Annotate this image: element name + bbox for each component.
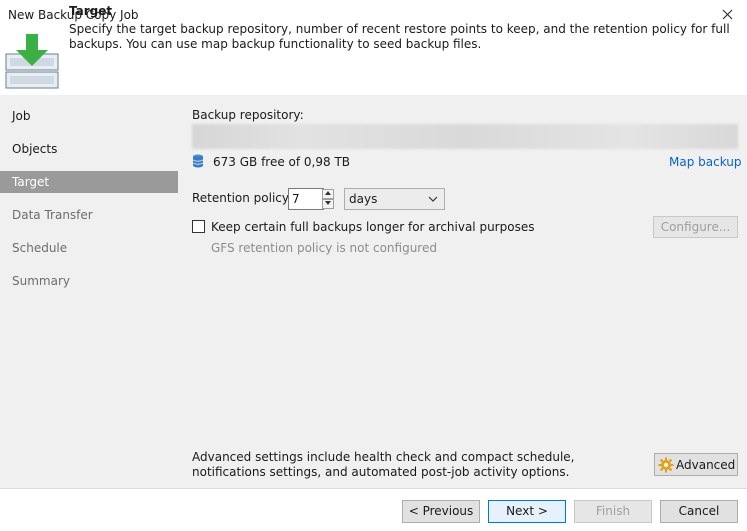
spin-down-button[interactable] [322,199,334,209]
wizard-steps-sidebar: Job Objects Target Data Transfer Schedul… [0,95,179,488]
close-icon [722,9,732,20]
advanced-button[interactable]: Advanced [654,453,738,476]
backup-repository-select[interactable] [192,124,738,149]
spin-up-icon [325,191,331,195]
sidebar-item-job[interactable]: Job [0,105,178,127]
sidebar-item-target[interactable]: Target [0,171,178,193]
chevron-down-icon [428,196,438,202]
spin-up-button[interactable] [322,189,334,199]
page-description: Specify the target backup repository, nu… [69,22,730,51]
gfs-status-text: GFS retention policy is not configured [211,241,437,255]
sidebar-item-objects[interactable]: Objects [0,138,178,160]
retention-policy-label: Retention policy: [192,191,293,205]
retention-unit-select[interactable]: days [344,188,445,210]
previous-button[interactable]: < Previous [402,500,480,523]
archival-checkbox[interactable] [192,220,205,233]
retention-unit-value: days [349,192,378,206]
sidebar-item-schedule: Schedule [12,241,68,255]
target-download-icon [5,34,59,89]
finish-button: Finish [574,500,652,523]
advanced-button-label: Advanced [676,458,736,472]
gear-icon [658,457,674,473]
advanced-settings-description: Advanced settings include health check a… [192,450,575,479]
cancel-button[interactable]: Cancel [660,500,738,523]
backup-repository-label: Backup repository: [192,108,304,122]
repository-free-space: 673 GB free of 0,98 TB [213,155,351,169]
spin-down-icon [325,201,331,205]
sidebar-item-data-transfer: Data Transfer [12,208,93,222]
sidebar-item-summary: Summary [12,274,70,288]
next-button[interactable]: Next > [488,500,566,523]
configure-button: Configure... [653,216,738,238]
database-icon [192,154,204,168]
retention-value-input[interactable]: 7 [288,188,324,210]
map-backup-link[interactable]: Map backup [669,155,742,169]
page-title: Target [69,4,113,18]
content-panel [179,95,747,488]
archival-checkbox-label[interactable]: Keep certain full backups longer for arc… [211,220,534,234]
